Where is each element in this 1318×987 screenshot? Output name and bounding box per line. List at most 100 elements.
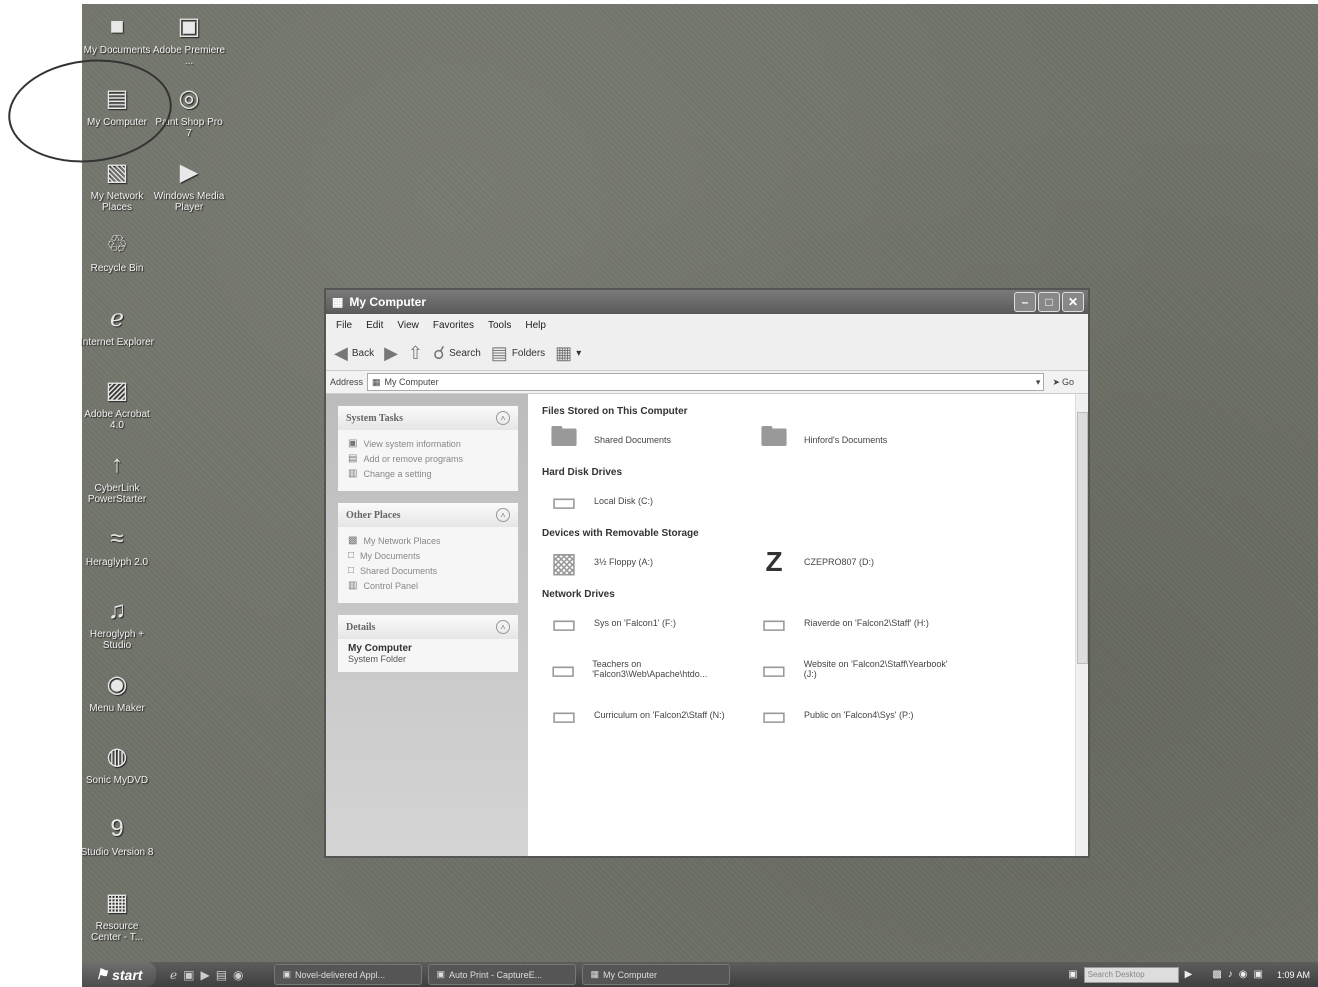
chevron-down-icon[interactable]: ▾: [1036, 377, 1041, 388]
control-panel-icon: ▥: [348, 580, 358, 591]
address-input[interactable]: ▦ My Computer ▾: [367, 373, 1045, 391]
content-pane: Files Stored on This Computer 🖿 Shared Do…: [528, 394, 1088, 856]
tray-app-icon[interactable]: ▣: [1254, 969, 1263, 980]
start-button[interactable]: ⚑ start: [82, 962, 156, 987]
menu-edit[interactable]: Edit: [366, 320, 383, 331]
task-button-autoprint[interactable]: ▣ Auto Print - CaptureE...: [427, 964, 576, 985]
item-hinfords-documents[interactable]: 🖿 Hinford's Documents: [752, 416, 962, 464]
desktop-icon-heroglyph-studio[interactable]: ♫ Heroglyph + Studio: [80, 594, 154, 651]
collapse-icon[interactable]: ˄: [496, 508, 510, 522]
folder-icon: 🖿: [759, 421, 788, 452]
task-button-novel[interactable]: ▣ Novel-delivered Appl...: [273, 964, 422, 985]
menu-tools[interactable]: Tools: [488, 320, 511, 331]
desktop-icon-heraglyph[interactable]: ≈ Heraglyph 2.0: [80, 522, 154, 568]
item-floppy-a[interactable]: ▩ 3½ Floppy (A:): [542, 546, 752, 579]
vertical-scrollbar[interactable]: [1075, 394, 1088, 856]
network-tray-icon[interactable]: ▩: [1212, 969, 1221, 980]
desktop-icon-studio[interactable]: 9 Studio Version 8: [80, 812, 154, 858]
task-button-my-computer[interactable]: ▦ My Computer: [581, 964, 730, 985]
folders-button[interactable]: ▤ Folders: [491, 343, 545, 364]
task-view-system-info[interactable]: ▣ View system information: [348, 438, 508, 449]
task-change-setting[interactable]: ▥ Change a setting: [348, 468, 508, 479]
desktop-icon-acrobat[interactable]: ▨ Adobe Acrobat 4.0: [80, 374, 154, 431]
search-button[interactable]: ☌ Search: [433, 343, 481, 364]
internet-explorer-icon: ℯ: [109, 304, 125, 332]
clock[interactable]: 1:09 AM: [1269, 970, 1310, 980]
scrollbar-thumb[interactable]: [1077, 412, 1088, 664]
system-tasks-panel: System Tasks ˄ ▣ View system information ▤…: [338, 406, 518, 491]
desktop-search-input[interactable]: Search Desktop: [1083, 966, 1179, 983]
up-button[interactable]: ⇧: [408, 343, 423, 364]
details-header[interactable]: Details ˄: [338, 615, 518, 639]
help-icon[interactable]: ▣: [1068, 969, 1077, 980]
task-add-remove-programs[interactable]: ▤ Add or remove programs: [348, 453, 508, 464]
desktop-icon-my-documents[interactable]: ■ My Documents: [80, 10, 154, 56]
item-network-drive-p[interactable]: ▭ Public on 'Falcon4\Sys' (P:): [752, 699, 962, 732]
recycle-bin-icon: ♲: [106, 230, 128, 258]
forward-button[interactable]: ▶: [384, 343, 398, 364]
menu-favorites[interactable]: Favorites: [433, 320, 474, 331]
item-local-disk-c[interactable]: ▭ Local Disk (C:): [542, 485, 752, 518]
computer-icon: ▦: [332, 295, 344, 309]
media-player-icon: ▶: [179, 158, 199, 186]
item-network-drive-n[interactable]: ▭ Curriculum on 'Falcon2\Staff (N:): [542, 699, 752, 732]
menu-view[interactable]: View: [397, 320, 419, 331]
item-shared-documents[interactable]: 🖿 Shared Documents: [542, 416, 752, 464]
item-zip-d[interactable]: Z CZEPRO807 (D:): [752, 546, 962, 578]
place-network[interactable]: ▩ My Network Places: [348, 535, 508, 546]
desktop-icon-recycle-bin[interactable]: ♲ Recycle Bin: [80, 228, 154, 274]
back-button[interactable]: ◀ Back: [334, 343, 374, 364]
title-bar[interactable]: ▦ My Computer – □ ✕: [326, 290, 1088, 314]
minimize-button[interactable]: –: [1014, 292, 1036, 312]
item-network-drive-h[interactable]: ▭ Riaverde on 'Falcon2\Staff' (H:): [752, 607, 962, 640]
maximize-button[interactable]: □: [1038, 292, 1060, 312]
network-drive-icon: ▭: [549, 653, 577, 685]
menu-bar: File Edit View Favorites Tools Help: [326, 314, 1088, 336]
views-button[interactable]: ▦ ▾: [555, 343, 581, 364]
internet-explorer-icon[interactable]: ℯ: [170, 968, 177, 982]
place-shared-documents[interactable]: □ Shared Documents: [348, 565, 508, 576]
details-name: My Computer: [348, 643, 412, 654]
details-type: System Folder: [348, 654, 407, 664]
menu-help[interactable]: Help: [525, 320, 546, 331]
system-tasks-header[interactable]: System Tasks ˄: [338, 406, 518, 430]
desktop-icon-sonic-mydvd[interactable]: ◍ Sonic MyDVD: [80, 740, 154, 786]
task-pane: System Tasks ˄ ▣ View system information ▤…: [326, 394, 528, 856]
desktop-icon-adobe-premiere[interactable]: ▣ Adobe Premiere ...: [152, 10, 226, 67]
desktop-icon-media-player[interactable]: ▶ Windows Media Player: [152, 156, 226, 213]
desktop-icon-powerstarter[interactable]: ↑ CyberLink PowerStarter: [80, 448, 154, 505]
studio-icon[interactable]: ▤: [216, 968, 227, 982]
place-control-panel[interactable]: ▥ Control Panel: [348, 580, 508, 591]
menu-file[interactable]: File: [336, 320, 352, 331]
network-drive-icon: ▭: [550, 607, 578, 639]
go-button[interactable]: ➤ Go: [1052, 377, 1074, 388]
other-places-header[interactable]: Other Places ˄: [338, 503, 518, 527]
zip-drive-icon: Z: [765, 546, 783, 577]
item-network-drive-f[interactable]: ▭ Sys on 'Falcon1' (F:): [542, 607, 752, 640]
desktop-icon-resource-center[interactable]: ▦ Resource Center - T...: [80, 886, 154, 943]
item-network-drive-j[interactable]: ▭ Website on 'Falcon2\Staff\Yearbook' (J:…: [752, 653, 962, 686]
collapse-icon[interactable]: ˄: [496, 620, 510, 634]
network-drive-icon: ▭: [760, 699, 788, 731]
close-button[interactable]: ✕: [1062, 292, 1084, 312]
details-panel: Details ˄ My Computer System Folder: [338, 615, 518, 672]
desktop-icon-network-places[interactable]: ▧ My Network Places: [80, 156, 154, 213]
desktop-icon-internet-explorer[interactable]: ℯ Internet Explorer: [80, 302, 154, 348]
item-network-drive-teachers[interactable]: ▭ Teachers on 'Falcon3\Web\Apache\htdo...: [542, 653, 752, 686]
show-desktop-icon[interactable]: ▣: [183, 968, 194, 982]
powerstarter-icon: ↑: [111, 450, 123, 478]
chevron-down-icon: ▾: [576, 347, 582, 359]
section-removable-storage: Devices with Removable Storage: [542, 528, 699, 539]
other-places-panel: Other Places ˄ ▩ My Network Places □ My Doc…: [338, 503, 518, 603]
place-my-documents[interactable]: □ My Documents: [348, 550, 508, 561]
search-go-icon[interactable]: ▶: [1185, 969, 1193, 980]
media-player-icon[interactable]: ▶: [200, 968, 209, 982]
floppy-icon: ▩: [550, 546, 578, 578]
tray-app-icon[interactable]: ◉: [1239, 969, 1248, 980]
window-title: My Computer: [349, 295, 427, 309]
address-label: Address: [330, 377, 364, 387]
desktop-icon-menu-maker[interactable]: ◉ Menu Maker: [80, 668, 154, 714]
volume-icon[interactable]: ♪: [1228, 969, 1233, 980]
collapse-icon[interactable]: ˄: [496, 411, 510, 425]
app-icon[interactable]: ◉: [233, 968, 243, 982]
